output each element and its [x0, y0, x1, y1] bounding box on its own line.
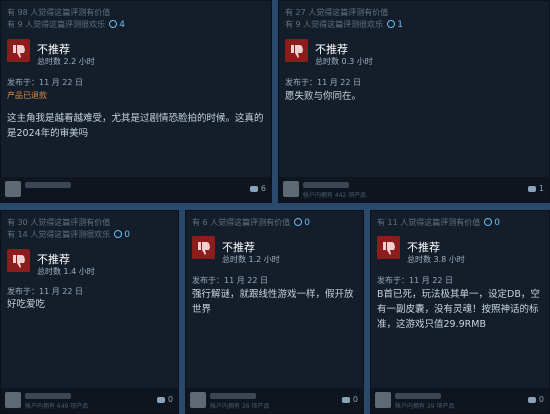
thumbs-down-icon	[7, 39, 30, 62]
comment-button[interactable]: 0	[527, 395, 544, 404]
comment-count: 1	[538, 184, 544, 193]
avatar[interactable]	[5, 181, 21, 197]
comment-icon	[249, 185, 258, 192]
hours-played: 总时数 2.2 小时	[37, 57, 95, 66]
award-count: 0	[304, 218, 310, 228]
award-icon	[109, 19, 118, 28]
username[interactable]	[210, 393, 256, 399]
thumbs-down-icon	[7, 249, 30, 272]
username[interactable]	[25, 182, 71, 188]
thumbs-down-icon	[285, 39, 308, 62]
avatar[interactable]	[190, 392, 206, 408]
refund-status: 产品已退款	[7, 91, 47, 100]
posted-date: 发布于：11 月 22 日	[7, 287, 83, 296]
hours-played: 总时数 0.3 小时	[315, 57, 373, 66]
helpful-count: 有 11 人觉得这篇评测有价值	[377, 218, 481, 227]
review-footer: 帐户内拥有 26 项产品 0	[186, 388, 363, 413]
verdict: 不推荐	[407, 241, 440, 254]
review-footer: 6	[1, 177, 271, 202]
funny-count: 有 9 人觉得这篇评测很欢乐	[285, 20, 384, 29]
review-body: B首已死，玩法极其单一，设定DB，空有一副皮囊，没有灵魂！按照神话的标准，这游戏…	[377, 289, 540, 330]
posted-date: 发布于：11 月 22 日	[377, 276, 453, 285]
comment-button[interactable]: 1	[527, 184, 544, 193]
funny-count: 有 9 人觉得这篇评测很欢乐	[7, 20, 106, 29]
user-info: 帐户内拥有 39 项产品	[395, 403, 455, 410]
award-count: 1	[397, 20, 403, 30]
award-icon	[484, 217, 493, 226]
hours-played: 总时数 1.2 小时	[222, 255, 280, 264]
helpful-count: 有 98 人觉得这篇评测有价值	[7, 8, 111, 17]
hours-played: 总时数 1.4 小时	[37, 267, 95, 276]
helpful-count: 有 6 人觉得这篇评测有价值	[192, 218, 291, 227]
comment-button[interactable]: 0	[156, 395, 173, 404]
comment-icon	[527, 396, 536, 403]
comment-count: 0	[167, 395, 173, 404]
comment-icon	[156, 396, 165, 403]
review-body: 强行解谜，就跟线性游戏一样，假开放世界	[192, 289, 354, 315]
helpful-row: 有 11 人觉得这篇评测有价值 0	[377, 217, 500, 228]
review-body: 这主角我是越看越难受，尤其是过剧情恐脸拍的时候。这真的是2024年的审美吗	[7, 113, 264, 139]
verdict: 不推荐	[222, 241, 255, 254]
review-footer: 帐户内拥有 649 项产品 0	[1, 388, 178, 413]
username[interactable]	[303, 182, 349, 188]
avatar[interactable]	[283, 181, 299, 197]
review-footer: 帐户内拥有 39 项产品 0	[371, 388, 549, 413]
award-icon	[387, 19, 396, 28]
review-card: 有 98 人觉得这篇评测有价值 有 9 人觉得这篇评测很欢乐 4 不推荐 总时数 …	[0, 0, 272, 203]
funny-count: 有 14 人觉得这篇评测很欢乐	[7, 230, 111, 239]
hours-played: 总时数 3.8 小时	[407, 255, 465, 264]
posted-date: 发布于：11 月 22 日	[7, 78, 83, 87]
helpful-count: 有 30 人觉得这篇评测有价值	[7, 218, 111, 227]
review-card: 有 11 人觉得这篇评测有价值 0 不推荐 总时数 3.8 小时 发布于：11 月…	[370, 210, 550, 414]
comment-count: 0	[538, 395, 544, 404]
avatar[interactable]	[5, 392, 21, 408]
review-body: 好吃爱吃	[7, 299, 46, 310]
verdict: 不推荐	[37, 253, 70, 266]
award-count: 4	[119, 20, 125, 30]
helpful-row: 有 6 人觉得这篇评测有价值 0	[192, 217, 310, 228]
award-icon	[114, 229, 123, 238]
thumbs-down-icon	[377, 236, 400, 259]
review-footer: 帐户内拥有 442 项产品 1	[279, 177, 549, 202]
funny-row: 有 14 人觉得这篇评测很欢乐 0	[7, 229, 130, 240]
award-icon	[294, 217, 303, 226]
posted-date: 发布于：11 月 22 日	[285, 78, 361, 87]
helpful-count: 有 27 人觉得这篇评测有价值	[285, 8, 389, 17]
funny-row: 有 9 人觉得这篇评测很欢乐 4	[7, 19, 125, 30]
award-count: 0	[124, 230, 130, 240]
verdict: 不推荐	[315, 43, 348, 56]
review-card: 有 27 人觉得这篇评测有价值 有 9 人觉得这篇评测很欢乐 1 不推荐 总时数 …	[278, 0, 550, 203]
comment-count: 0	[352, 395, 358, 404]
user-info: 帐户内拥有 649 项产品	[25, 403, 89, 410]
username[interactable]	[25, 393, 71, 399]
award-count: 0	[494, 218, 500, 228]
user-info: 帐户内拥有 442 项产品	[303, 192, 367, 199]
review-card: 有 6 人觉得这篇评测有价值 0 不推荐 总时数 1.2 小时 发布于：11 月 …	[185, 210, 364, 414]
comment-count: 6	[260, 184, 266, 193]
funny-row: 有 9 人觉得这篇评测很欢乐 1	[285, 19, 403, 30]
comment-icon	[527, 185, 536, 192]
user-info: 帐户内拥有 26 项产品	[210, 403, 270, 410]
comment-button[interactable]: 6	[249, 184, 266, 193]
username[interactable]	[395, 393, 441, 399]
posted-date: 发布于：11 月 22 日	[192, 276, 268, 285]
comment-icon	[341, 396, 350, 403]
review-card: 有 30 人觉得这篇评测有价值 有 14 人觉得这篇评测很欢乐 0 不推荐 总时数…	[0, 210, 179, 414]
avatar[interactable]	[375, 392, 391, 408]
verdict: 不推荐	[37, 43, 70, 56]
thumbs-down-icon	[192, 236, 215, 259]
comment-button[interactable]: 0	[341, 395, 358, 404]
review-body: 愿失败与你同在。	[285, 91, 362, 102]
